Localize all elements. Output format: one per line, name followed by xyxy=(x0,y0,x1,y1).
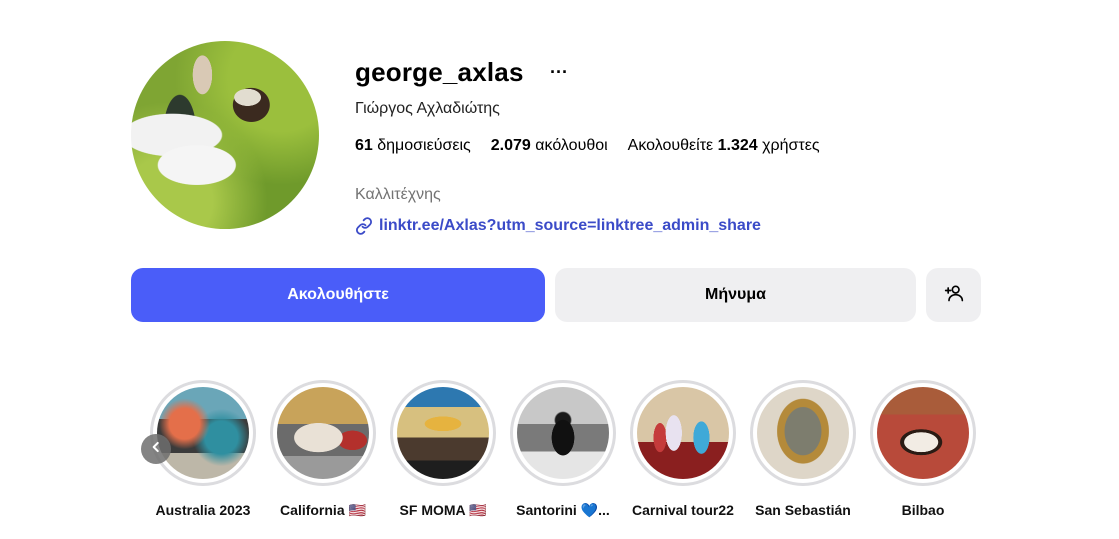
posts-stat: 61 δημοσιεύσεις xyxy=(355,137,471,155)
posts-count: 61 xyxy=(355,137,373,154)
highlight-cover xyxy=(757,387,849,479)
highlight-cover xyxy=(157,387,249,479)
highlight-cover xyxy=(517,387,609,479)
message-button-label: Μήνυμα xyxy=(705,286,766,303)
followers-count: 2.079 xyxy=(490,137,531,154)
highlight-item[interactable]: San Sebastián xyxy=(743,380,863,518)
highlight-label: Australia 2023 xyxy=(155,502,251,518)
message-button[interactable]: Μήνυμα xyxy=(555,268,916,322)
highlight-label: SF MOMA 🇺🇸 xyxy=(399,502,487,518)
follow-button-label: Ακολουθήστε xyxy=(287,286,389,303)
highlight-label: California 🇺🇸 xyxy=(280,502,366,518)
highlight-item[interactable]: Carnival tour22 xyxy=(623,380,743,518)
highlight-item[interactable]: Santorini 💙... xyxy=(503,380,623,519)
link-icon xyxy=(355,217,373,235)
followers-stat[interactable]: 2.079 ακόλουθοι xyxy=(491,137,608,155)
highlight-ring xyxy=(750,380,856,486)
highlight-cover xyxy=(277,387,369,479)
highlight-ring xyxy=(510,380,616,486)
profile-avatar[interactable] xyxy=(131,41,319,229)
person-plus-icon xyxy=(944,283,964,308)
highlight-ring xyxy=(150,380,256,486)
highlight-ring xyxy=(630,380,736,486)
bio-link-text: linktr.ee/Axlas?utm_source=linktree_admi… xyxy=(379,217,761,234)
highlight-label: Carnival tour22 xyxy=(632,502,734,518)
chevron-left-icon xyxy=(149,440,163,459)
highlight-cover xyxy=(637,387,729,479)
following-prefix: Ακολουθείτε xyxy=(627,137,714,154)
following-count: 1.324 xyxy=(717,137,758,154)
follow-button[interactable]: Ακολουθήστε xyxy=(131,268,545,322)
following-suffix: χρήστες xyxy=(762,137,820,154)
username: george_axlas xyxy=(355,57,524,87)
followers-label: ακόλουθοι xyxy=(535,137,608,154)
highlight-label: San Sebastián xyxy=(755,502,851,518)
highlight-ring xyxy=(270,380,376,486)
posts-label: δημοσιεύσεις xyxy=(377,137,471,154)
bio-link[interactable]: linktr.ee/Axlas?utm_source=linktree_admi… xyxy=(355,217,761,235)
highlight-item[interactable]: California 🇺🇸 xyxy=(263,380,383,519)
profile-category: Καλλιτέχνης xyxy=(355,186,441,203)
highlight-ring xyxy=(870,380,976,486)
highlight-cover xyxy=(877,387,969,479)
suggest-user-button[interactable] xyxy=(926,268,981,322)
more-options-icon[interactable]: ··· xyxy=(550,62,568,82)
partial-highlight[interactable] xyxy=(131,380,137,486)
highlight-ring xyxy=(390,380,496,486)
highlight-cover xyxy=(397,387,489,479)
highlights-prev-button[interactable] xyxy=(141,434,171,464)
story-highlights: Australia 2023 California 🇺🇸 SF MOMA 🇺🇸 … xyxy=(131,380,981,530)
following-stat[interactable]: Ακολουθείτε 1.324 χρήστες xyxy=(628,137,820,155)
profile-stats: 61 δημοσιεύσεις 2.079 ακόλουθοι Ακολουθε… xyxy=(355,137,840,155)
full-name: Γιώργος Αχλαδιώτης xyxy=(355,100,500,117)
highlight-label: Santorini 💙... xyxy=(516,502,610,518)
highlight-item[interactable]: SF MOMA 🇺🇸 xyxy=(383,380,503,519)
highlight-item[interactable]: Bilbao xyxy=(863,380,981,518)
highlight-label: Bilbao xyxy=(901,502,945,518)
